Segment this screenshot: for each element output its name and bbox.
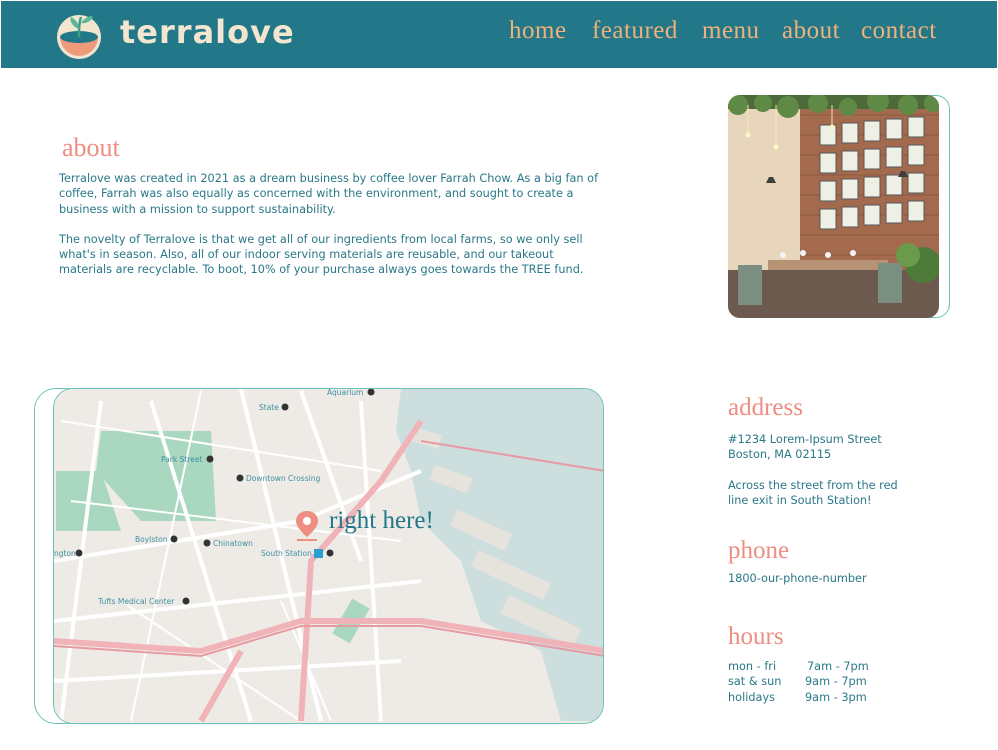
location-map[interactable]: State Aquarium Park Street Downtown Cros… xyxy=(53,388,604,724)
nav-about[interactable]: about xyxy=(782,17,840,45)
hours-time: 9am - 7pm xyxy=(805,675,867,689)
hours-row: sat & sun 9am - 7pm xyxy=(728,674,908,689)
hours-day: holidays xyxy=(728,690,776,704)
location-pin-icon[interactable] xyxy=(295,509,319,543)
map-label-boylston: Boylston xyxy=(135,535,168,544)
site-header: terralove home featured menu about conta… xyxy=(1,1,997,68)
map-label-state: State xyxy=(259,403,279,412)
hours-time: 9am - 3pm xyxy=(805,690,867,704)
map-label-partial: ngton xyxy=(54,549,76,558)
hours-heading: hours xyxy=(728,623,784,650)
nav-featured[interactable]: featured xyxy=(592,17,678,45)
nav-contact[interactable]: contact xyxy=(861,17,937,45)
hours-table: mon - fri 7am - 7pm sat & sun 9am - 7pm … xyxy=(728,659,908,705)
hours-row: mon - fri 7am - 7pm xyxy=(728,659,908,674)
about-paragraph-1: Terralove was created in 2021 as a dream… xyxy=(59,172,599,216)
address-note-line-2: line exit in South Station! xyxy=(728,494,872,508)
main-nav: home featured menu about contact xyxy=(1,17,997,51)
about-body: Terralove was created in 2021 as a dream… xyxy=(59,171,609,293)
map-label-tufts-medical: Tufts Medical Center xyxy=(97,597,175,606)
hours-day: mon - fri xyxy=(728,660,777,673)
cafe-interior-photo xyxy=(728,95,939,318)
nav-home[interactable]: home xyxy=(509,17,567,45)
address-line-2: Boston, MA 02115 xyxy=(728,448,832,462)
address-heading: address xyxy=(728,394,803,421)
phone-number[interactable]: 1800-our-phone-number xyxy=(728,571,867,586)
map-label-park-street: Park Street xyxy=(161,455,202,464)
about-heading: about xyxy=(62,133,120,162)
map-label-downtown-crossing: Downtown Crossing xyxy=(246,474,320,483)
phone-heading: phone xyxy=(728,537,790,564)
map-callout: right here! xyxy=(329,507,434,534)
address-line-1: #1234 Lorem-Ipsum Street xyxy=(728,433,882,446)
nav-menu[interactable]: menu xyxy=(702,17,760,45)
address-block: #1234 Lorem-Ipsum Street Boston, MA 0211… xyxy=(728,432,898,508)
address-note-line-1: Across the street from the red xyxy=(728,478,898,492)
map-label-aquarium: Aquarium xyxy=(327,389,363,397)
map-label-south-station: South Station xyxy=(261,549,312,558)
hours-row: holidays 9am - 3pm xyxy=(728,690,908,705)
map-label-chinatown: Chinatown xyxy=(213,539,253,548)
hours-time: 7am - 7pm xyxy=(807,660,869,673)
hours-day: sat & sun xyxy=(728,675,782,689)
about-paragraph-2: The novelty of Terralove is that we get … xyxy=(59,232,584,277)
